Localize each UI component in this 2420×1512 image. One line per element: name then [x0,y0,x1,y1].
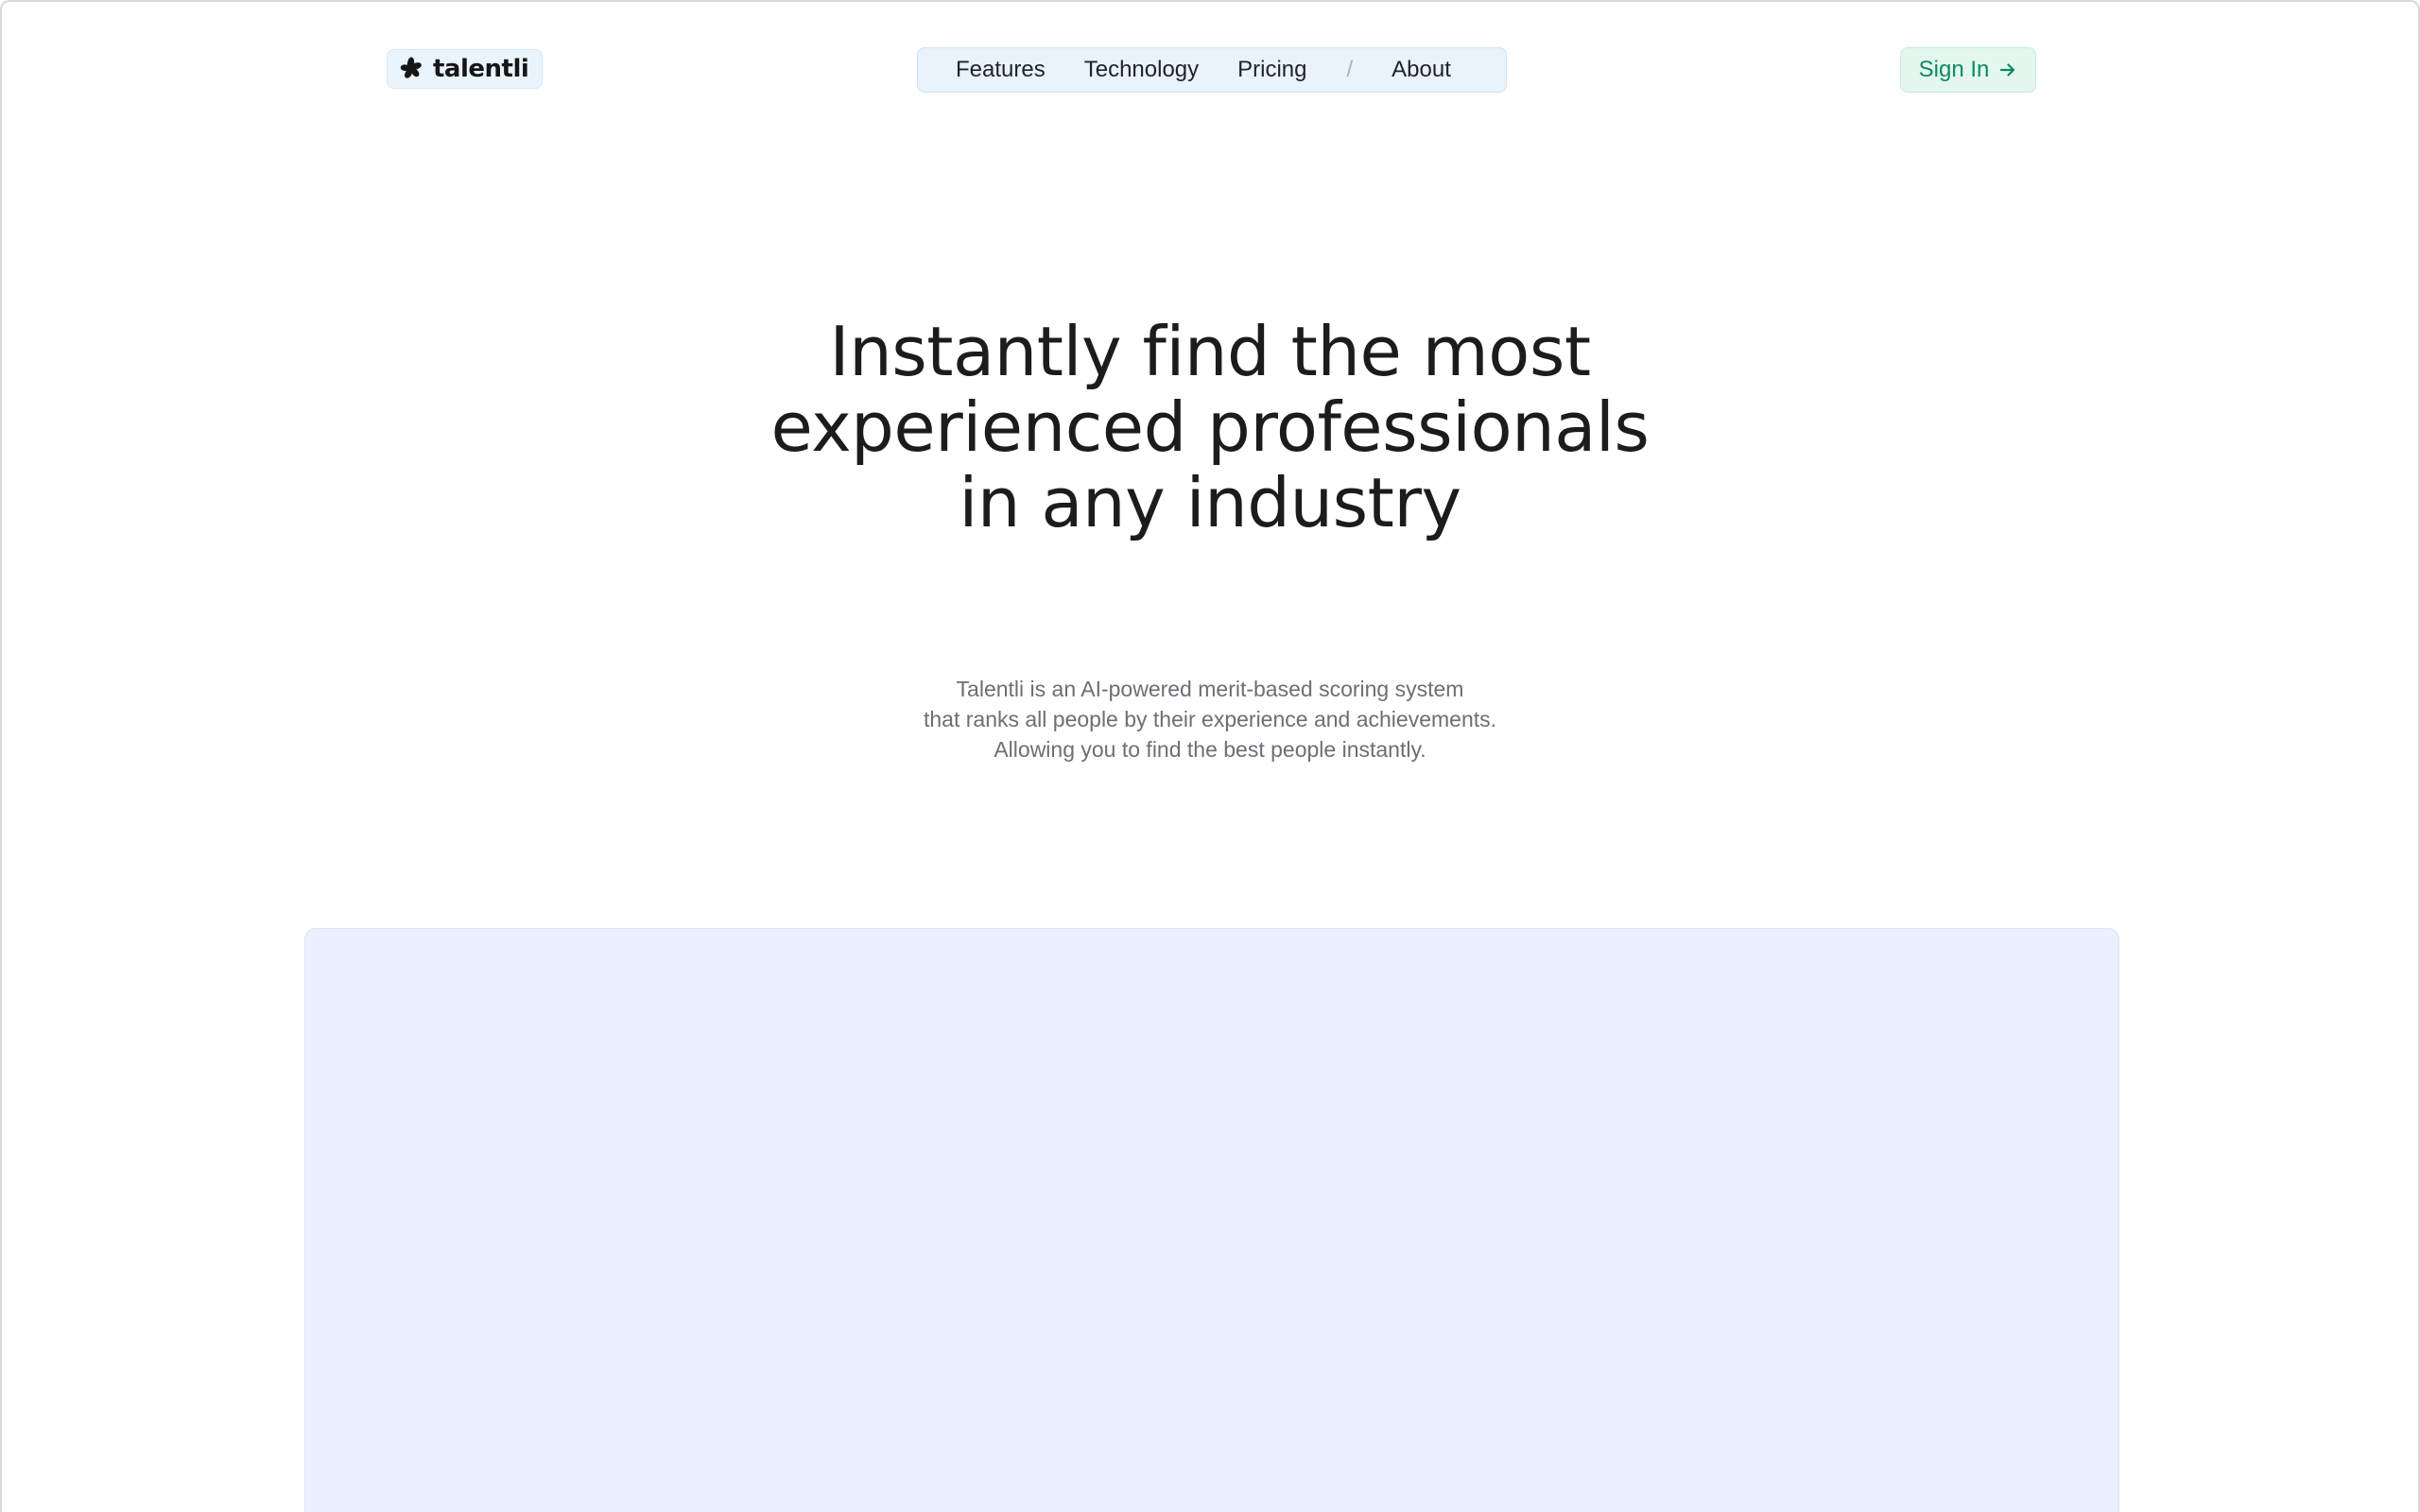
nav-item-about[interactable]: About [1392,57,1451,83]
arrow-right-icon [2000,63,2015,77]
nav-item-pricing[interactable]: Pricing [1237,57,1306,83]
sign-in-button[interactable]: Sign In [1900,47,2036,93]
hero-subtitle-line: Allowing you to find the best people ins… [994,737,1426,762]
hero-title: Instantly find the most experienced prof… [2,314,2418,541]
site-header: talentli Features Technology Pricing / A… [2,2,2418,134]
hero-title-line: experienced professionals [770,387,1650,467]
hero-subtitle-line: Talentli is an AI-powered merit-based sc… [956,677,1464,701]
nav-item-features[interactable]: Features [956,57,1046,83]
hero-subtitle-line: that ranks all people by their experienc… [923,707,1497,731]
hero-title-line: Instantly find the most [829,312,1591,391]
browser-viewport: talentli Features Technology Pricing / A… [0,0,2420,1512]
hero-subtitle: Talentli is an AI-powered merit-based sc… [2,674,2418,765]
sign-in-label: Sign In [1918,57,1990,82]
flower-icon [400,57,422,78]
nav-separator: / [1346,57,1354,82]
nav-item-technology[interactable]: Technology [1084,57,1199,83]
hero-title-line: in any industry [959,463,1461,542]
brand-name: talentli [433,55,529,83]
main-nav: Features Technology Pricing / About [917,47,1507,93]
product-preview-panel [304,928,2119,1512]
logo-link[interactable]: talentli [387,49,544,89]
